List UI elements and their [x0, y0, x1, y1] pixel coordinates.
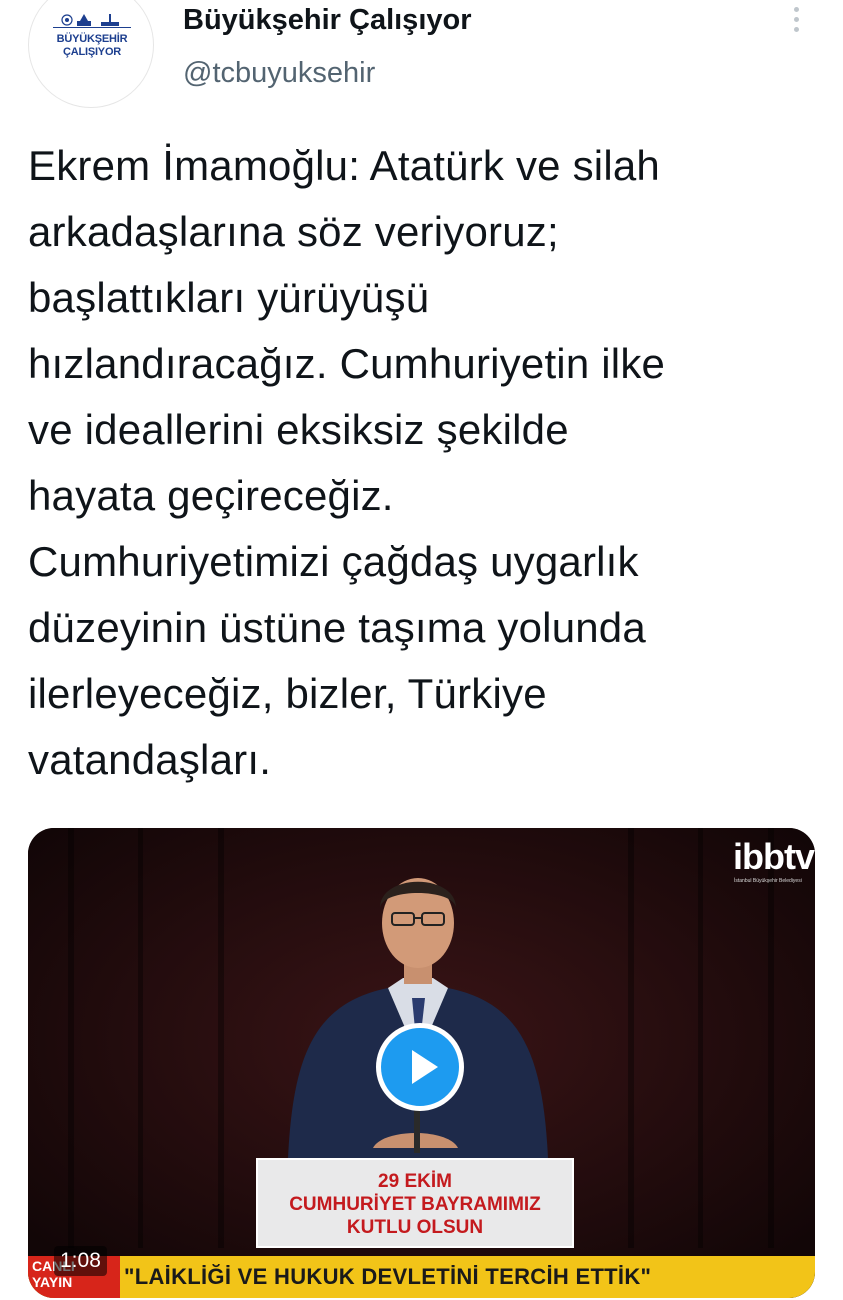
tweet-text: Ekrem İmamoğlu: Atatürk ve silah arkadaş…: [28, 133, 828, 793]
tweet-text-line: ilerleyeceğiz, bizler, Türkiye: [28, 670, 547, 717]
more-vertical-icon: [793, 7, 799, 12]
play-button[interactable]: [376, 1023, 464, 1111]
tweet-text-line: hayata geçireceğiz.: [28, 472, 394, 519]
live-tag-line2: YAYIN: [32, 1274, 73, 1290]
tweet-text-line: Cumhuriyetimizi çağdaş uygarlık: [28, 538, 639, 585]
author-avatar[interactable]: BÜYÜKŞEHİR ÇALIŞIYOR: [28, 0, 154, 108]
avatar-text-line1: BÜYÜKŞEHİR: [56, 33, 128, 45]
more-options-button[interactable]: [786, 4, 806, 40]
podium-sign-line: 29 EKİM: [378, 1171, 452, 1192]
podium-sign-line: KUTLU OLSUN: [346, 1217, 484, 1238]
podium-sign: 29 EKİM CUMHURİYET BAYRAMIMIZ KUTLU OLSU…: [256, 1158, 574, 1248]
author-display-name[interactable]: Büyükşehir Çalışıyor: [183, 4, 472, 37]
tweet-text-line: arkadaşlarına söz veriyoruz;: [28, 208, 559, 255]
tweet-text-line: ve ideallerini eksiksiz şekilde: [28, 406, 569, 453]
play-icon: [412, 1050, 438, 1084]
tweet-text-line: vatandaşları.: [28, 736, 272, 783]
ticker-headline: "LAİKLİĞİ VE HUKUK DEVLETİNİ TERCİH ETTİ…: [124, 1264, 652, 1289]
video-player[interactable]: ibbtv İstanbul Büyükşehir Belediyesi 29 …: [28, 828, 815, 1298]
tweet-text-line: düzeyinin üstüne taşıma yolunda: [28, 604, 646, 651]
tweet-text-line: hızlandıracağız. Cumhuriyetin ilke: [28, 340, 666, 387]
broadcaster-subtitle: İstanbul Büyükşehir Belediyesi: [734, 878, 802, 884]
news-ticker: CANLI YAYIN "LAİKLİĞİ VE HUKUK DEVLETİNİ…: [28, 1256, 815, 1298]
municipal-logos-icon: [61, 14, 119, 26]
avatar-text-line2: ÇALIŞIYOR: [62, 46, 122, 58]
podium-sign-line: CUMHURİYET BAYRAMIMIZ: [289, 1194, 541, 1215]
author-handle[interactable]: @tcbuyuksehir: [183, 57, 375, 90]
video-duration: 1:08: [54, 1246, 107, 1276]
broadcaster-logo: ibbtv: [733, 836, 815, 877]
tweet-text-line: başlattıkları yürüyüşü: [28, 274, 430, 321]
avatar-divider: [53, 27, 131, 28]
tweet-header: BÜYÜKŞEHİR ÇALIŞIYOR Büyükşehir Çalışıyo…: [0, 0, 843, 115]
tweet-text-line: Ekrem İmamoğlu: Atatürk ve silah: [28, 142, 660, 189]
